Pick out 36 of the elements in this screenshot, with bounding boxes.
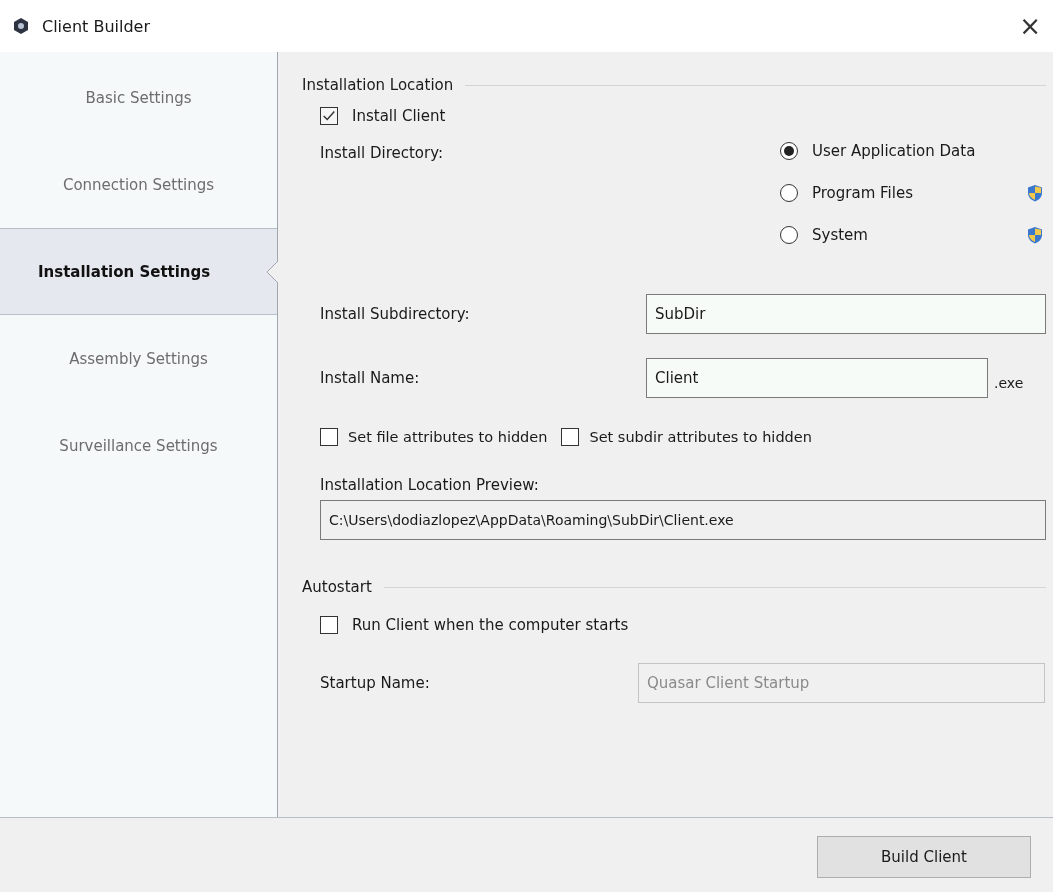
text-field[interactable]: C:\Users\dodiazlopez\AppData\Roaming\SubDir\Client.exe xyxy=(320,500,1046,540)
field-label: Install Subdirectory: xyxy=(320,305,471,323)
sidebar-tab[interactable]: Installation Settings xyxy=(0,228,277,315)
shield-icon xyxy=(1026,226,1044,244)
radio-label: User Application Data xyxy=(812,142,977,160)
checkbox-box[interactable] xyxy=(320,616,338,634)
group-title: Autostart xyxy=(302,578,372,596)
checkbox-label: Run Client when the computer starts xyxy=(352,616,629,634)
sidebar-tab[interactable]: Connection Settings xyxy=(0,141,277,228)
field-label: Installation Location Preview: xyxy=(319,476,540,494)
radio-button[interactable] xyxy=(780,226,798,244)
field-label: Install Name: xyxy=(320,369,421,387)
radio-button[interactable] xyxy=(780,184,798,202)
checkbox-label: Set file attributes to hidden xyxy=(348,429,548,445)
radio-label: Program Files xyxy=(812,184,914,202)
checkbox-label: Set subdir attributes to hidden xyxy=(589,429,812,445)
close-button[interactable]: × xyxy=(1015,11,1045,41)
group-title: Installation Location xyxy=(302,76,454,94)
sidebar-tab[interactable]: Assembly Settings xyxy=(0,315,277,402)
file-extension-label: .exe xyxy=(994,375,1024,391)
checkbox-label: Install Client xyxy=(352,107,446,125)
sidebar-tab[interactable]: Surveillance Settings xyxy=(0,402,277,489)
checkbox-box[interactable] xyxy=(320,428,338,446)
field-label: Install Directory: xyxy=(320,143,445,162)
shield-icon xyxy=(1026,184,1044,202)
checkbox-box[interactable] xyxy=(320,107,338,125)
checkbox-box[interactable] xyxy=(561,428,580,446)
app-logo-icon xyxy=(12,17,30,35)
text-field[interactable]: Client xyxy=(646,358,988,398)
sidebar-tab[interactable]: Basic Settings xyxy=(0,54,277,141)
text-field[interactable]: SubDir xyxy=(646,294,1046,334)
field-label: Startup Name: xyxy=(320,674,431,692)
radio-label: System xyxy=(812,226,869,244)
radio-button[interactable] xyxy=(780,142,798,160)
build-client-button[interactable]: Build Client xyxy=(817,836,1031,878)
window-title: Client Builder xyxy=(42,16,151,36)
